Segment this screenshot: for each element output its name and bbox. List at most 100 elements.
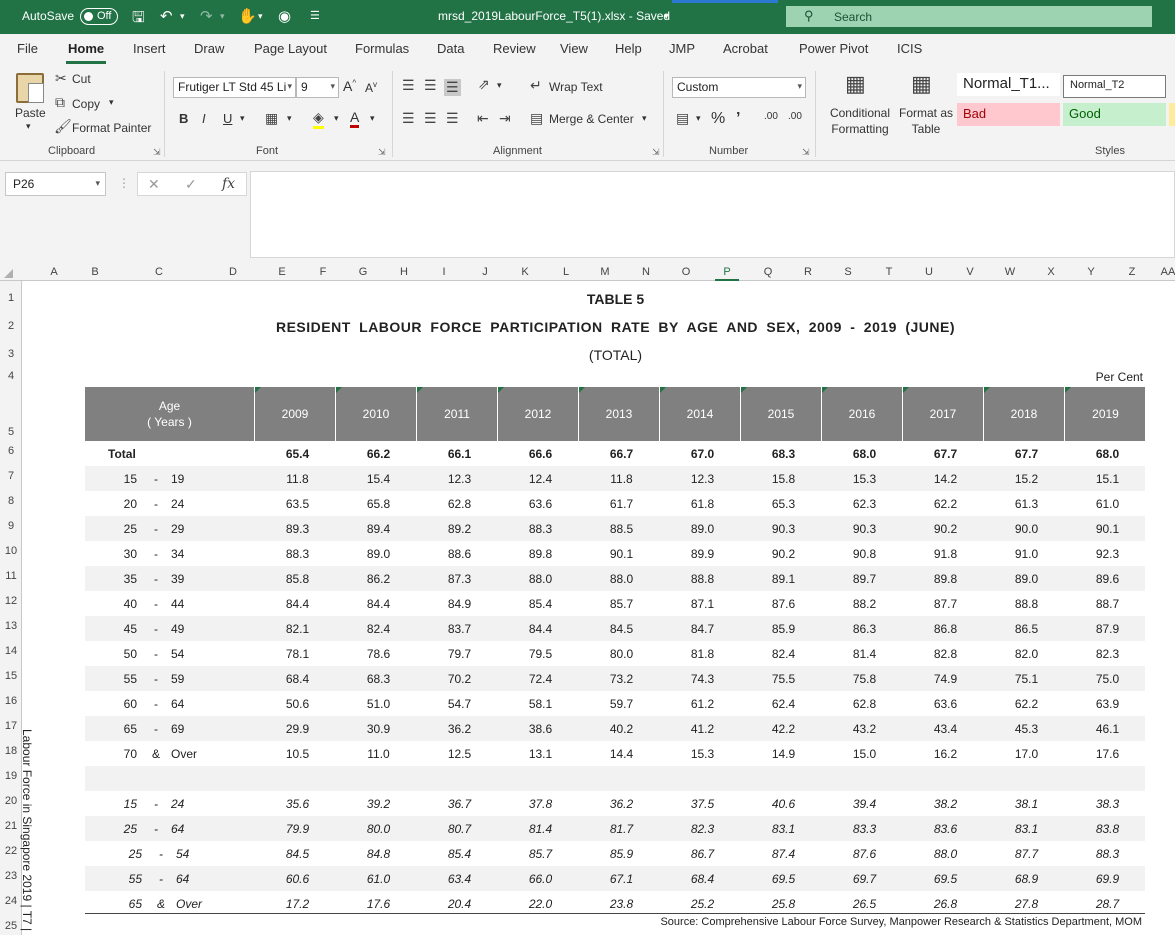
value-cell[interactable]: 40.6 (743, 797, 824, 811)
age-group-row[interactable]: 25-64 79.9 80.0 80.7 81.4 81.7 82.3 83.1 83.3 83.… (85, 816, 1145, 841)
value-cell[interactable]: 88.3 (257, 547, 338, 561)
value-cell[interactable]: 41.2 (662, 722, 743, 736)
value-cell[interactable]: 90.0 (986, 522, 1067, 536)
value-cell[interactable]: 61.0 (1067, 497, 1148, 511)
value-cell[interactable]: 60.6 (257, 872, 338, 886)
tab-acrobat[interactable]: Acrobat (723, 41, 768, 56)
value-cell[interactable]: 79.9 (257, 822, 338, 836)
tab-file[interactable]: File (17, 41, 38, 56)
column-header-h[interactable]: H (392, 266, 416, 278)
value-cell[interactable]: 15.1 (1067, 472, 1148, 486)
value-cell[interactable]: 89.0 (986, 572, 1067, 586)
align-left-icon[interactable]: ☰ (402, 110, 415, 127)
value-cell[interactable]: 69.5 (905, 872, 986, 886)
value-cell[interactable]: 17.6 (1067, 747, 1148, 761)
value-cell[interactable]: 68.3 (743, 447, 824, 461)
value-cell[interactable]: 62.8 (419, 497, 500, 511)
value-cell[interactable]: 14.9 (743, 747, 824, 761)
year-header-2014[interactable]: 2014 (660, 387, 741, 441)
font-color-icon[interactable]: A (350, 109, 360, 128)
select-all-corner[interactable] (4, 269, 13, 278)
align-center-icon[interactable]: ☰ (424, 110, 437, 127)
value-cell[interactable]: 36.2 (419, 722, 500, 736)
row-header-19[interactable]: 19 (0, 770, 22, 782)
value-cell[interactable]: 78.1 (257, 647, 338, 661)
alignment-launcher-icon[interactable]: ⇲ (652, 147, 660, 158)
row-header-2[interactable]: 2 (0, 320, 22, 332)
value-cell[interactable]: 88.3 (500, 522, 581, 536)
value-cell[interactable]: 72.4 (500, 672, 581, 686)
value-cell[interactable]: 58.1 (500, 697, 581, 711)
value-cell[interactable]: 88.6 (419, 547, 500, 561)
align-top-icon[interactable]: ☰ (402, 77, 415, 94)
value-cell[interactable]: 11.8 (581, 472, 662, 486)
total-row[interactable]: Total 65.4 66.2 66.1 66.6 66.7 67.0 68.3 68.0 67.… (85, 441, 1145, 466)
row-header-25[interactable]: 25 (0, 920, 22, 932)
number-launcher-icon[interactable]: ⇲ (802, 147, 810, 158)
row-header-13[interactable]: 13 (0, 620, 22, 632)
value-cell[interactable]: 84.4 (257, 597, 338, 611)
italic-button[interactable]: I (202, 111, 206, 126)
value-cell[interactable]: 84.9 (419, 597, 500, 611)
value-cell[interactable]: 14.4 (581, 747, 662, 761)
bold-button[interactable]: B (179, 111, 188, 126)
value-cell[interactable]: 38.3 (1067, 797, 1148, 811)
age-row[interactable]: 55 -59 68.4 68.3 70.2 72.4 73.2 74.3 75.5 75.8 74.… (85, 666, 1145, 691)
font-size-select[interactable]: 9 ▾ (296, 77, 339, 98)
value-cell[interactable]: 66.6 (500, 447, 581, 461)
accounting-format-icon[interactable]: ▤ (676, 110, 689, 127)
column-header-q[interactable]: Q (756, 266, 780, 278)
value-cell[interactable]: 87.3 (419, 572, 500, 586)
touch-dropdown-icon[interactable]: ▾ (258, 11, 263, 22)
column-header-m[interactable]: M (593, 266, 617, 278)
value-cell[interactable]: 75.8 (824, 672, 905, 686)
value-cell[interactable]: 83.8 (1067, 822, 1148, 836)
value-cell[interactable]: 29.9 (257, 722, 338, 736)
column-header-t[interactable]: T (877, 266, 901, 278)
value-cell[interactable]: 87.6 (824, 847, 905, 861)
age-row[interactable]: 65 -69 29.9 30.9 36.2 38.6 40.2 41.2 42.2 43.2 43.… (85, 716, 1145, 741)
value-cell[interactable]: 15.4 (338, 472, 419, 486)
value-cell[interactable]: 62.3 (824, 497, 905, 511)
merge-dropdown-icon[interactable]: ▾ (642, 113, 647, 124)
worksheet[interactable]: TABLE 5 RESIDENT LABOUR FORCE PARTICIPAT… (20, 281, 1175, 935)
age-row[interactable]: 15-19 11.8 15.4 12.3 12.4 11.8 12.3 15.8 15.3 14.… (85, 466, 1145, 491)
value-cell[interactable]: 88.7 (1067, 597, 1148, 611)
column-header-k[interactable]: K (513, 266, 537, 278)
drag-handle-icon[interactable]: ⋮ (118, 176, 130, 190)
value-cell[interactable]: 80.0 (338, 822, 419, 836)
value-cell[interactable]: 65.4 (257, 447, 338, 461)
cancel-icon[interactable]: ✕ (148, 176, 160, 193)
tab-formulas[interactable]: Formulas (355, 41, 409, 56)
value-cell[interactable]: 87.4 (743, 847, 824, 861)
year-header-2013[interactable]: 2013 (579, 387, 660, 441)
value-cell[interactable]: 78.6 (338, 647, 419, 661)
value-cell[interactable]: 69.9 (1067, 872, 1148, 886)
increase-decimal-icon[interactable]: .00 (764, 111, 778, 122)
enter-icon[interactable]: ✓ (185, 176, 197, 193)
value-cell[interactable]: 11.0 (338, 747, 419, 761)
tab-review[interactable]: Review (493, 41, 536, 56)
decrease-font-size-icon[interactable]: Av (365, 80, 377, 95)
value-cell[interactable]: 84.5 (581, 622, 662, 636)
tab-home[interactable]: Home (68, 41, 104, 56)
value-cell[interactable]: 61.2 (662, 697, 743, 711)
value-cell[interactable]: 74.9 (905, 672, 986, 686)
increase-font-size-icon[interactable]: A^ (343, 78, 356, 94)
copy-button[interactable]: Copy (72, 97, 100, 111)
value-cell[interactable]: 40.2 (581, 722, 662, 736)
row-header-22[interactable]: 22 (0, 845, 22, 857)
row-header-7[interactable]: 7 (0, 470, 22, 482)
style-normal-t2[interactable]: Normal_T2 (1063, 75, 1166, 98)
name-box[interactable]: P26 ▾ (5, 172, 106, 196)
value-cell[interactable]: 90.1 (1067, 522, 1148, 536)
clipboard-launcher-icon[interactable]: ⇲ (153, 147, 161, 158)
fill-color-icon[interactable]: ◈ (313, 109, 324, 129)
value-cell[interactable]: 89.0 (662, 522, 743, 536)
age-row[interactable]: 40-44 84.4 84.4 84.9 85.4 85.7 87.1 87.6 88.2 87.… (85, 591, 1145, 616)
value-cell[interactable]: 79.5 (500, 647, 581, 661)
value-cell[interactable]: 69.5 (743, 872, 824, 886)
value-cell[interactable]: 68.4 (257, 672, 338, 686)
value-cell[interactable]: 68.4 (662, 872, 743, 886)
column-header-d[interactable]: D (221, 266, 245, 278)
